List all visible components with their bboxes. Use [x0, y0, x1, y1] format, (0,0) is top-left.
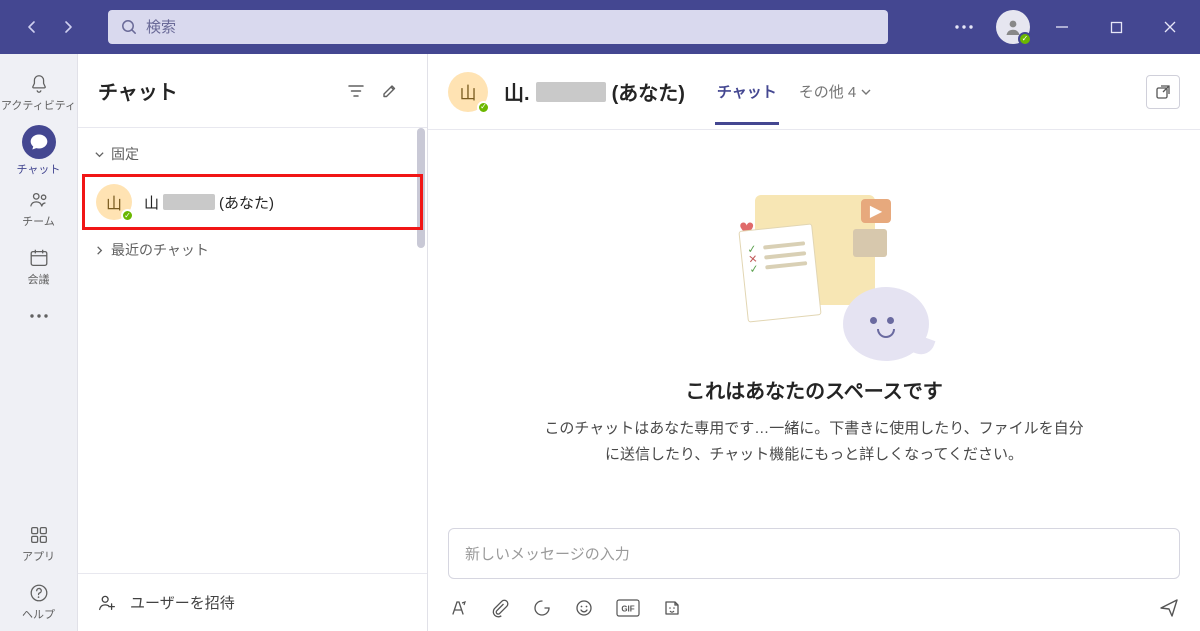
tab-chat[interactable]: チャット — [715, 75, 779, 108]
section-pinned[interactable]: 固定 — [78, 134, 427, 174]
presence-available-icon — [477, 101, 490, 114]
rail-label: チーム — [22, 213, 55, 229]
tab-others[interactable]: その他 4 — [799, 81, 873, 102]
search-icon — [120, 18, 138, 36]
section-label: 固定 — [111, 144, 139, 164]
rail-help[interactable]: ヘルプ — [0, 573, 77, 631]
chat-item-self[interactable]: 山 山 (あなた) — [82, 174, 423, 230]
bell-icon — [28, 73, 50, 95]
sticker-icon — [662, 598, 682, 618]
rail-label: アクティビティ — [1, 97, 76, 113]
attach-button[interactable] — [490, 598, 510, 618]
filter-icon — [347, 82, 365, 100]
nav-forward-button[interactable] — [52, 11, 84, 43]
popout-icon — [1155, 84, 1171, 100]
profile-avatar[interactable] — [996, 10, 1030, 44]
invite-label: ユーザーを招待 — [130, 592, 235, 613]
more-options-button[interactable] — [942, 5, 986, 49]
nav-back-button[interactable] — [16, 11, 48, 43]
avatar: 山 — [96, 184, 132, 220]
rail-label: ヘルプ — [22, 606, 55, 622]
chat-item-label: 山 (あなた) — [144, 192, 274, 213]
calendar-icon — [28, 247, 50, 269]
popout-button[interactable] — [1146, 75, 1180, 109]
rail-chat[interactable]: チャット — [0, 122, 77, 180]
compose-input[interactable]: 新しいメッセージの入力 — [448, 528, 1180, 579]
compose-icon — [381, 82, 399, 100]
search-input[interactable] — [146, 19, 876, 36]
empty-description: このチャットはあなた専用です…一緒に。下書きに使用したり、ファイルを自分に送信し… — [544, 416, 1084, 467]
send-icon — [1158, 597, 1180, 619]
rail-label: 会議 — [28, 271, 50, 287]
rail-apps[interactable]: アプリ — [0, 515, 77, 573]
compose-toolbar: GIF — [428, 587, 1200, 631]
chevron-down-icon — [860, 86, 872, 98]
rail-label: アプリ — [22, 548, 55, 564]
gif-icon: GIF — [616, 599, 640, 617]
window-maximize-button[interactable] — [1094, 5, 1138, 49]
avatar: 山 — [448, 72, 488, 112]
emoji-icon — [574, 598, 594, 618]
loop-button[interactable] — [532, 598, 552, 618]
help-icon — [28, 582, 50, 604]
invite-users-button[interactable]: ユーザーを招待 — [78, 573, 427, 631]
rail-teams[interactable]: チーム — [0, 180, 77, 238]
format-icon — [448, 598, 468, 618]
new-chat-button[interactable] — [373, 74, 407, 108]
chevron-right-icon — [94, 245, 105, 256]
chat-title: 山. (あなた) — [504, 77, 685, 106]
redacted-text — [163, 194, 215, 210]
chevron-down-icon — [94, 149, 105, 160]
chat-main: 山 山. (あなた) チャット その他 4 — [428, 54, 1200, 631]
invite-icon — [96, 592, 118, 614]
titlebar — [0, 0, 1200, 54]
presence-available-icon — [1018, 32, 1032, 46]
chat-header: 山 山. (あなた) チャット その他 4 — [428, 54, 1200, 130]
people-icon — [28, 189, 50, 211]
apps-icon — [28, 524, 50, 546]
section-recent[interactable]: 最近のチャット — [78, 230, 427, 270]
emoji-button[interactable] — [574, 598, 594, 618]
search-box[interactable] — [108, 10, 888, 44]
format-button[interactable] — [448, 598, 468, 618]
empty-title: これはあなたのスペースです — [685, 375, 943, 404]
svg-text:GIF: GIF — [621, 605, 634, 614]
attach-icon — [490, 598, 510, 618]
filter-button[interactable] — [339, 74, 373, 108]
presence-available-icon — [121, 209, 134, 222]
rail-activity[interactable]: アクティビティ — [0, 64, 77, 122]
window-close-button[interactable] — [1148, 5, 1192, 49]
compose-area: 新しいメッセージの入力 — [428, 512, 1200, 587]
pane-title: チャット — [98, 76, 339, 105]
window-minimize-button[interactable] — [1040, 5, 1084, 49]
rail-more-button[interactable] — [0, 296, 77, 336]
loop-icon — [532, 598, 552, 618]
empty-state: ♥ ▶ ✓ ✕ ✓ これはあなたのスペースです このチャットはあなた専用です…一… — [428, 130, 1200, 512]
redacted-text — [536, 82, 606, 102]
app-rail: アクティビティ チャット チーム 会議 アプリ ヘルプ — [0, 54, 78, 631]
section-label: 最近のチャット — [111, 240, 209, 260]
chat-list-pane: チャット 固定 山 山 (あなた) — [78, 54, 428, 631]
chat-icon — [29, 132, 49, 152]
illustration: ♥ ▶ ✓ ✕ ✓ — [729, 195, 899, 355]
rail-label: チャット — [17, 161, 61, 177]
rail-calendar[interactable]: 会議 — [0, 238, 77, 296]
gif-button[interactable]: GIF — [616, 599, 640, 617]
send-button[interactable] — [1158, 597, 1180, 619]
sticker-button[interactable] — [662, 598, 682, 618]
